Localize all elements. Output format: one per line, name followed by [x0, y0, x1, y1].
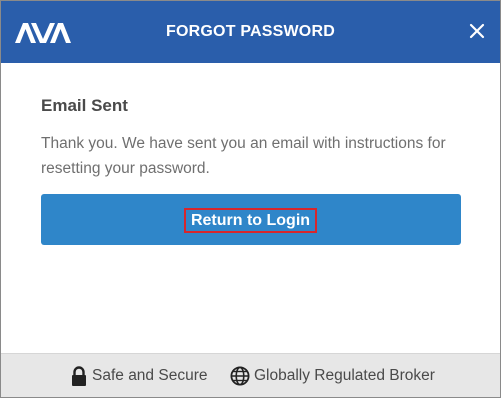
- instructions-message: Thank you. We have sent you an email wit…: [41, 135, 446, 177]
- dialog-title: FORGOT PASSWORD: [166, 23, 335, 40]
- dialog-footer: Safe and Secure Globally Regulated Broke…: [1, 353, 500, 397]
- globe-icon: [230, 366, 250, 386]
- forgot-password-dialog: FORGOT PASSWORD Email Sent Thank you. We…: [0, 0, 501, 398]
- dialog-header: FORGOT PASSWORD: [1, 1, 500, 63]
- globally-regulated: Globally Regulated Broker: [230, 366, 435, 386]
- email-sent-heading: Email Sent: [41, 96, 128, 115]
- globally-regulated-label: Globally Regulated Broker: [254, 367, 435, 384]
- safe-and-secure-label: Safe and Secure: [92, 367, 208, 384]
- return-to-login-label[interactable]: Return to Login: [184, 208, 317, 233]
- lock-icon: [72, 366, 86, 386]
- close-icon[interactable]: [466, 20, 488, 42]
- safe-and-secure: Safe and Secure: [70, 366, 207, 386]
